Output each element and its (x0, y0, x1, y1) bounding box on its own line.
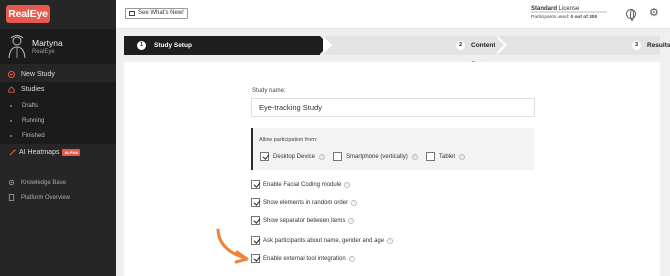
option-random-order[interactable]: Show elements in random order ? (251, 198, 358, 207)
arrow-annotation-icon (216, 228, 249, 264)
nav-platform-overview-label: Platform Overview (21, 194, 71, 201)
facial-coding-checkbox[interactable] (251, 180, 260, 189)
participants-used: Participants used: 0 out of 300 (531, 15, 597, 20)
participants-used-label: Participants used: (531, 15, 570, 20)
smartphone-checkbox[interactable] (333, 152, 342, 161)
step-number: 3 (632, 41, 641, 50)
step-number: 1 (137, 41, 146, 50)
study-name-input[interactable] (251, 98, 535, 117)
device-tablet[interactable]: Tablet ? (426, 152, 466, 161)
magic-wand-icon (9, 149, 16, 156)
home-icon (8, 86, 15, 93)
option-separator[interactable]: Show separator between items ? (251, 216, 355, 225)
option-label: Enable Facial Coding module (263, 181, 342, 188)
help-circle-icon[interactable]: ? (319, 153, 326, 160)
nav-running[interactable]: Running (10, 118, 44, 124)
help-circle-icon[interactable]: ? (348, 255, 355, 262)
user-name: Martyna (32, 38, 63, 48)
nav-new-study-label: New Study (21, 71, 55, 78)
help-circle-icon[interactable]: ? (351, 199, 358, 206)
nav-knowledge-base-label: Knowledge Base (21, 179, 67, 186)
nav-running-label: Running (22, 118, 45, 124)
step-label: Results (647, 42, 670, 49)
document-icon (8, 194, 15, 201)
device-desktop[interactable]: Desktop Device ? (260, 152, 326, 161)
step-label: Study Setup (154, 42, 192, 49)
bullet-icon (10, 120, 12, 122)
step-results[interactable]: 3 Results (498, 36, 670, 55)
step-number: 2 (456, 41, 465, 50)
nav-ai-heatmaps[interactable]: AI Heatmaps ALPHA (9, 149, 81, 156)
step-study-setup[interactable]: 1 Study Setup (124, 36, 329, 55)
option-label: Show elements in random order (263, 199, 349, 206)
bullet-icon (10, 135, 12, 137)
desktop-label: Desktop Device (273, 153, 316, 160)
device-smartphone[interactable]: Smartphone (vertically) ? (333, 152, 418, 161)
user-org: RealEye (32, 49, 55, 55)
nav-platform-overview[interactable]: Platform Overview (8, 194, 70, 201)
smartphone-label: Smartphone (vertically) (346, 153, 408, 160)
step-contents-setup[interactable]: 2 Contents Setup (323, 36, 504, 68)
gift-icon (129, 11, 135, 16)
help-circle-icon[interactable]: ? (387, 237, 394, 244)
nav-studies[interactable]: Studies (8, 86, 44, 93)
wizard-steps: 1 Study Setup 2 Contents Setup 3 Results (124, 36, 670, 68)
desktop-checkbox[interactable] (260, 152, 269, 161)
allow-participation-box (251, 128, 534, 170)
nav-finished[interactable]: Finished (10, 133, 45, 139)
sidebar: RealEye Martyna RealEye New Study Studie… (0, 0, 116, 276)
user-avatar-icon (8, 35, 26, 58)
tablet-checkbox[interactable] (426, 152, 435, 161)
user-profile[interactable]: Martyna RealEye (0, 29, 116, 64)
participants-progress-bar (531, 11, 607, 13)
plus-circle-icon (8, 71, 15, 78)
random-order-checkbox[interactable] (251, 198, 260, 207)
gear-icon[interactable]: ⚙ (649, 8, 659, 19)
bullet-icon (10, 105, 12, 107)
help-circle-icon[interactable]: ? (411, 153, 418, 160)
help-circle-icon[interactable]: ? (344, 181, 351, 188)
alpha-badge: ALPHA (62, 149, 81, 156)
globe-icon[interactable] (626, 9, 636, 21)
participants-used-value: 0 out of 300 (570, 15, 598, 20)
help-circle-icon[interactable]: ? (348, 217, 355, 224)
nav-finished-label: Finished (22, 133, 45, 139)
nav-studies-label: Studies (21, 86, 45, 93)
option-label: Enable external tool integration (263, 255, 346, 262)
study-name-label: Study name: (252, 88, 286, 94)
external-tool-checkbox[interactable] (251, 254, 260, 263)
help-circle-icon[interactable]: ? (459, 153, 466, 160)
gear-small-icon (8, 179, 15, 186)
option-external-tool[interactable]: Enable external tool integration ? (251, 254, 355, 263)
option-label: Show separator between items (263, 217, 346, 224)
option-label: Ask participants about name, gender and … (263, 237, 385, 244)
ask-participants-checkbox[interactable] (251, 236, 260, 245)
option-facial-coding[interactable]: Enable Facial Coding module ? (251, 180, 351, 189)
realeye-logo[interactable]: RealEye (6, 5, 50, 23)
option-ask-participants[interactable]: Ask participants about name, gender and … (251, 236, 394, 245)
separator-checkbox[interactable] (251, 216, 260, 225)
whats-new-button[interactable]: See What's New! (125, 8, 188, 19)
nav-ai-heatmaps-label: AI Heatmaps (19, 149, 60, 156)
nav-drafts[interactable]: Drafts (10, 103, 38, 109)
nav-new-study[interactable]: New Study (8, 71, 55, 78)
allow-participation-label: Allow participation from: (259, 137, 318, 143)
nav-drafts-label: Drafts (22, 103, 39, 109)
tablet-label: Tablet (439, 153, 456, 160)
whats-new-label: See What's New! (138, 10, 184, 16)
top-bar: See What's New! Standard License Partici… (116, 0, 670, 29)
nav-knowledge-base[interactable]: Knowledge Base (8, 179, 66, 186)
